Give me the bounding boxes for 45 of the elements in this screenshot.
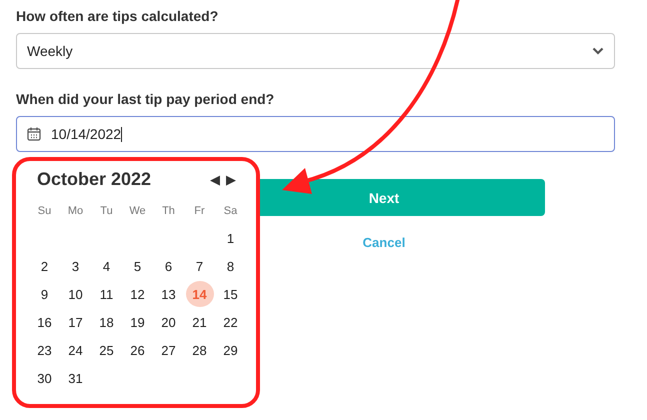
calendar-day[interactable]: 2 (30, 253, 58, 279)
calendar-day[interactable]: 9 (30, 281, 58, 307)
calendar-day[interactable]: 27 (154, 337, 182, 363)
calendar-day[interactable]: 16 (30, 309, 58, 335)
calendar-day[interactable]: 26 (124, 337, 152, 363)
calendar-day[interactable]: 15 (216, 281, 244, 307)
calendar-day[interactable]: 24 (62, 337, 90, 363)
calendar-day[interactable]: 20 (154, 309, 182, 335)
weekday-label: We (128, 204, 147, 219)
calendar-day[interactable]: 22 (216, 309, 244, 335)
calendar-day[interactable]: 18 (92, 309, 120, 335)
weekday-label: Sa (222, 204, 238, 219)
calendar-day[interactable]: 28 (186, 337, 214, 363)
weekday-label: Mo (66, 204, 84, 219)
date-input-field[interactable]: 10/14/2022 (16, 116, 615, 152)
calendar-day[interactable]: 7 (186, 253, 214, 279)
calendar-icon (27, 127, 41, 141)
calendar-day[interactable]: 12 (124, 281, 152, 307)
calendar-day[interactable]: 30 (30, 365, 58, 391)
calendar-day[interactable]: 31 (62, 365, 90, 391)
calendar-day[interactable]: 17 (62, 309, 90, 335)
calendar-day[interactable]: 10 (62, 281, 90, 307)
frequency-select[interactable]: Weekly (16, 33, 615, 69)
calendar-day[interactable]: 5 (124, 253, 152, 279)
calendar-day[interactable]: 19 (124, 309, 152, 335)
calendar-day[interactable]: 21 (186, 309, 214, 335)
calendar-day[interactable]: 3 (62, 253, 90, 279)
calendar-day[interactable]: 1 (216, 225, 244, 251)
month-title: October 2022 (37, 169, 152, 190)
calendar-day[interactable]: 29 (216, 337, 244, 363)
weekday-label: Tu (99, 204, 114, 219)
calendar-day[interactable]: 8 (216, 253, 244, 279)
chevron-down-icon (592, 47, 604, 55)
calendar-day[interactable]: 6 (154, 253, 182, 279)
calendar-day[interactable]: 25 (92, 337, 120, 363)
previous-month-button[interactable]: ◀ (210, 172, 220, 187)
field-label: How often are tips calculated? (16, 8, 220, 24)
calendar-day[interactable]: 23 (30, 337, 58, 363)
weekday-label: Fr (193, 204, 206, 219)
field-label: When did your last tip pay period end? (16, 91, 276, 107)
calendar-day[interactable]: 11 (92, 281, 120, 307)
weekday-label: Su (36, 204, 52, 219)
calendar-day[interactable]: 4 (92, 253, 120, 279)
weekday-label: Th (161, 204, 176, 219)
calendar-day[interactable]: 13 (154, 281, 182, 307)
